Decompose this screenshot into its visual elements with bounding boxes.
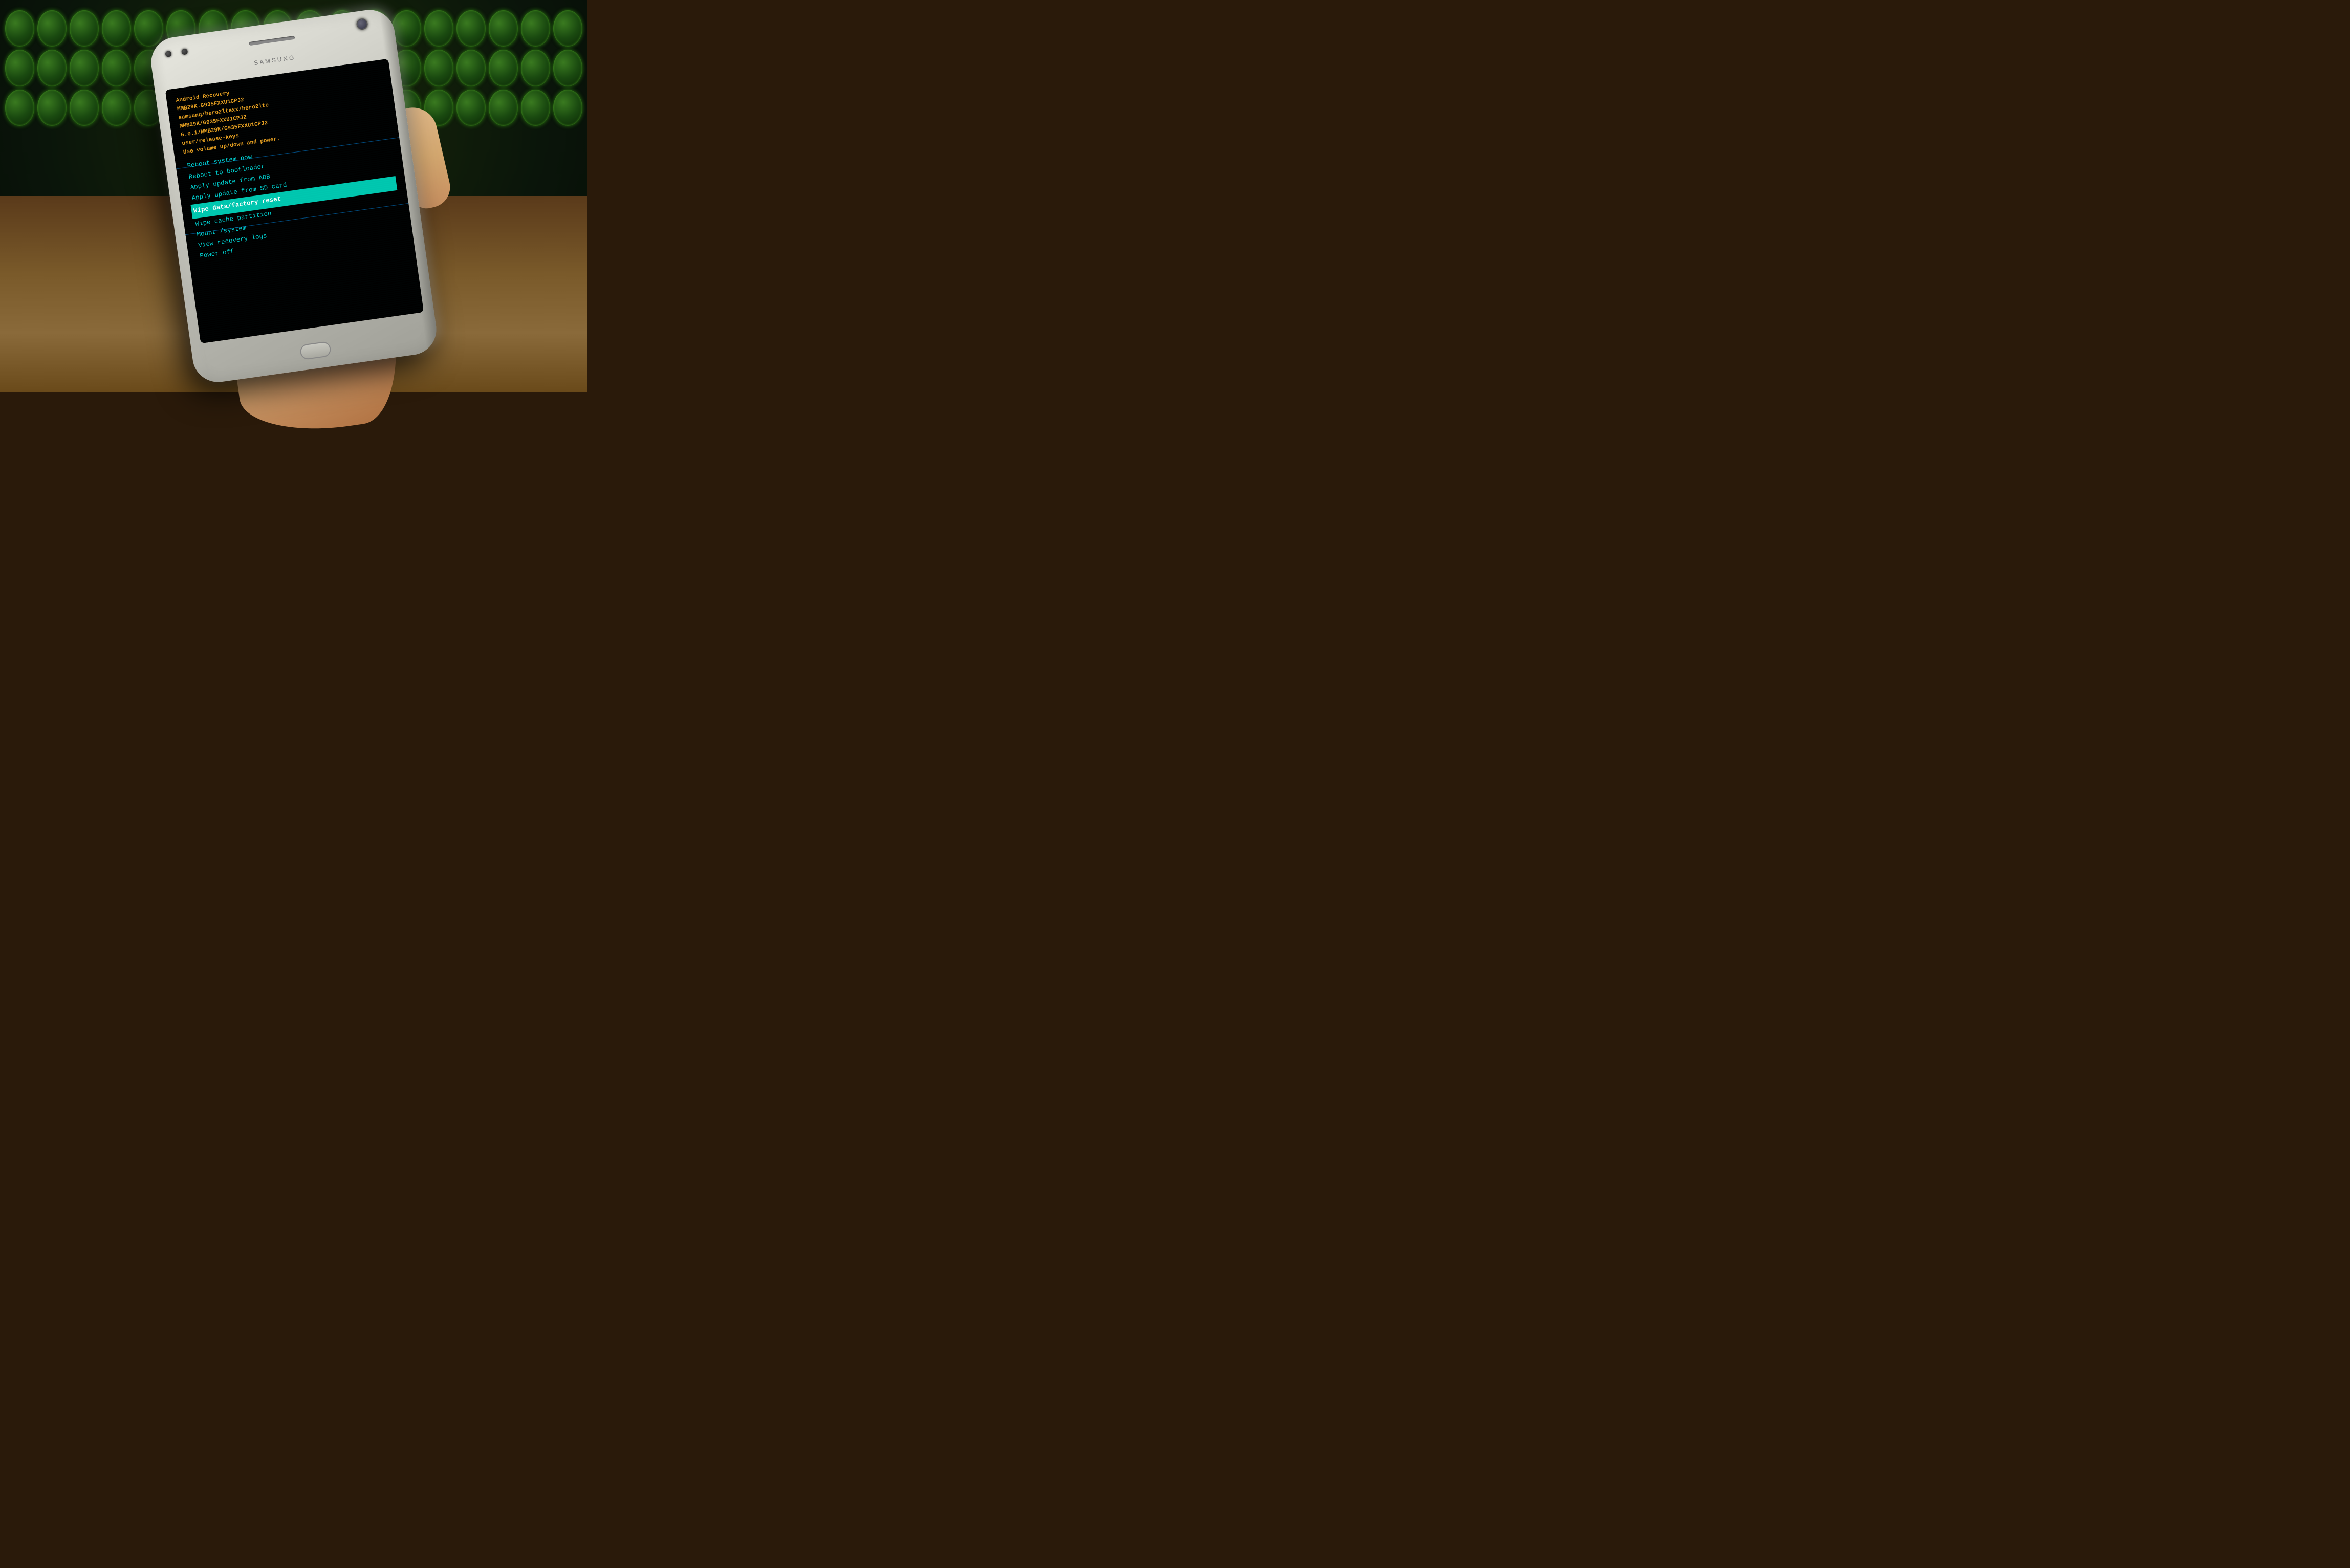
key-34 xyxy=(489,50,518,86)
key-38 xyxy=(37,90,67,126)
key-52 xyxy=(489,90,518,126)
speaker-grille xyxy=(249,36,295,46)
key-37 xyxy=(5,90,34,126)
home-button[interactable] xyxy=(299,341,332,360)
key-54 xyxy=(553,90,582,126)
key-39 xyxy=(70,90,99,126)
key-22 xyxy=(102,50,131,86)
phone-body: SAMSUNG Android Recovery MMB29K.G935FXXU… xyxy=(148,7,440,385)
key-17 xyxy=(521,10,550,47)
recovery-screen: Android Recovery MMB29K.G935FXXU1CPJ2 sa… xyxy=(165,59,424,343)
phone-scene: SAMSUNG Android Recovery MMB29K.G935FXXU… xyxy=(148,7,440,385)
key-20 xyxy=(37,50,67,86)
front-camera xyxy=(356,18,368,31)
key-53 xyxy=(521,90,550,126)
key-36 xyxy=(553,50,582,86)
key-51 xyxy=(456,90,486,126)
key-18 xyxy=(553,10,582,47)
brand-logo: SAMSUNG xyxy=(253,54,296,67)
key-35 xyxy=(521,50,550,86)
key-4 xyxy=(102,10,131,47)
phone-screen: Android Recovery MMB29K.G935FXXU1CPJ2 sa… xyxy=(165,59,424,343)
key-40 xyxy=(102,90,131,126)
sensor-1 xyxy=(165,51,172,58)
key-16 xyxy=(489,10,518,47)
key-32 xyxy=(424,50,453,86)
key-1 xyxy=(5,10,34,47)
key-15 xyxy=(456,10,486,47)
key-21 xyxy=(70,50,99,86)
key-13 xyxy=(392,10,421,47)
key-33 xyxy=(456,50,486,86)
key-2 xyxy=(37,10,67,47)
phone-sensors xyxy=(165,48,188,57)
key-19 xyxy=(5,50,34,86)
key-3 xyxy=(70,10,99,47)
sensor-2 xyxy=(181,48,188,55)
key-14 xyxy=(424,10,453,47)
